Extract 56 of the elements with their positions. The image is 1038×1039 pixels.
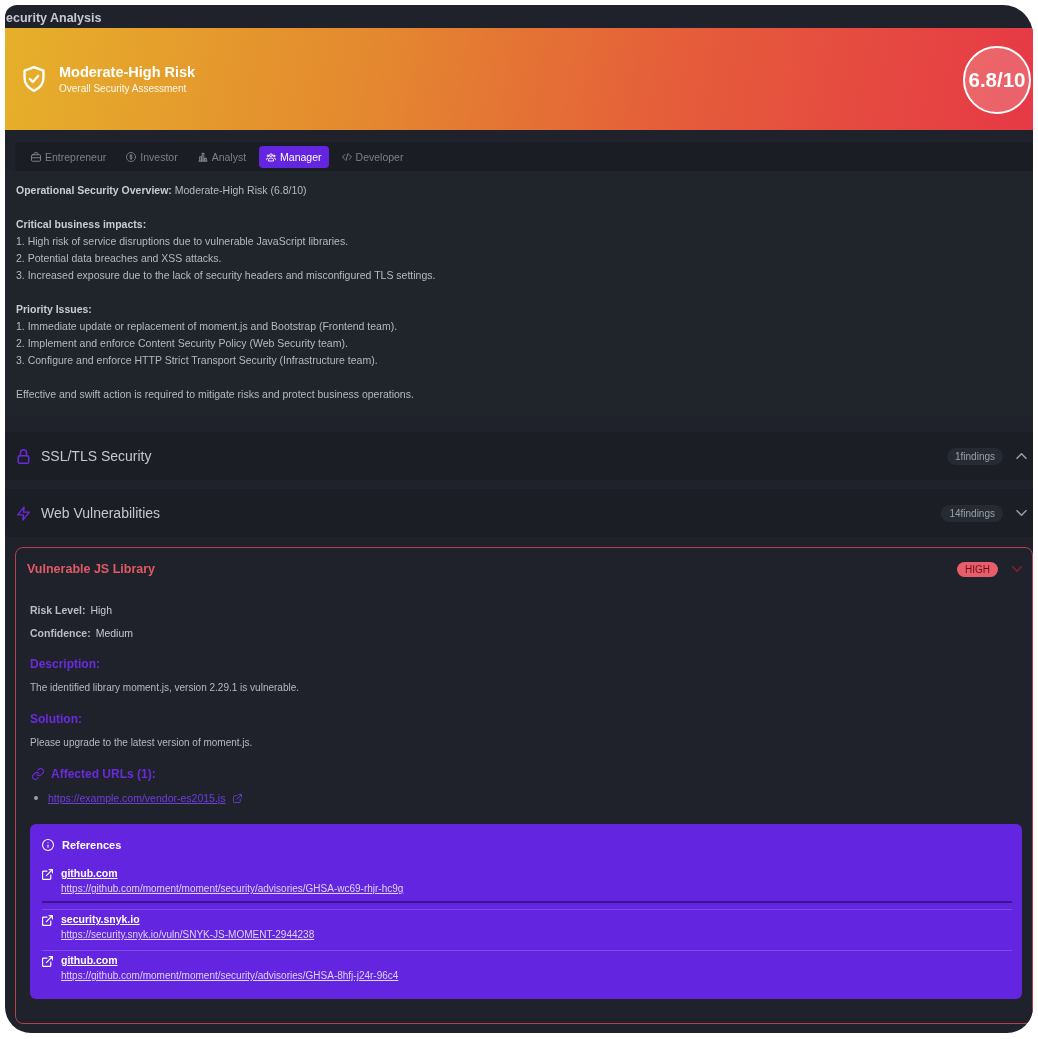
reference-site-link[interactable]: security.snyk.io xyxy=(61,912,140,927)
window-title: ecurity Analysis xyxy=(5,10,103,27)
overview-line: 1. High risk of service disruptions due to vulnerable JavaScript libraries. xyxy=(16,234,350,249)
reference-site-link[interactable]: github.com xyxy=(61,866,118,881)
detail-value: Medium xyxy=(95,627,134,639)
section-heading: Priority Issues: xyxy=(16,302,93,317)
chevron-down-icon[interactable] xyxy=(1016,510,1027,516)
role-tab[interactable]: Manager xyxy=(259,145,329,168)
risk-score: 6.8/10 xyxy=(963,46,1031,114)
role-tab[interactable]: Investor xyxy=(119,145,185,168)
findings-count: 14findings xyxy=(941,504,1003,522)
reference-site-link[interactable]: github.com xyxy=(61,953,118,968)
role-tab[interactable]: Entrepreneur xyxy=(24,145,114,168)
detail-label: Confidence: xyxy=(30,627,91,639)
briefcase-icon xyxy=(31,151,41,162)
chevron-up-icon[interactable] xyxy=(1016,453,1027,459)
overview-heading: Operational Security Overview: Moderate-High Risk (6.8/10) xyxy=(16,183,308,198)
bullet-icon xyxy=(34,796,38,800)
code-icon xyxy=(341,151,352,162)
description-heading: Description: xyxy=(30,656,101,673)
lightning-icon xyxy=(17,505,30,521)
risk-title: Moderate-High Risk xyxy=(59,62,197,81)
solution-heading: Solution: xyxy=(30,711,83,728)
category-title: SSL/TLS Security xyxy=(41,448,153,464)
category-title: Web Vulnerabilities xyxy=(41,505,162,521)
role-tab[interactable]: Analyst xyxy=(190,145,254,168)
dollar-coin-icon xyxy=(126,151,137,162)
solution-text: Please upgrade to the latest version of moment.js. xyxy=(30,736,254,750)
finding-title: Vulnerable JS Library xyxy=(27,562,157,576)
overview-line: 1. Immediate update or replacement of moment.js and Bootstrap (Frontend team). xyxy=(16,319,399,334)
bar-chart-icon xyxy=(197,151,208,162)
category-header[interactable]: SSL/TLS Security 1findings xyxy=(5,432,1033,480)
reference-url-link[interactable]: https://security.snyk.io/vuln/SNYK-JS-MOMENT-2944238 xyxy=(61,927,315,942)
lock-icon xyxy=(17,448,30,464)
reference-url-link[interactable]: https://github.com/moment/moment/security/advisories/GHSA-wc69-rhjr-hc9g xyxy=(61,881,404,896)
reference-url-link[interactable]: https://github.com/moment/moment/security/advisories/GHSA-8hfj-j24r-96c4 xyxy=(61,968,399,983)
link-icon xyxy=(32,768,44,780)
detail-label: Risk Level: xyxy=(30,604,86,616)
overview-line: 3. Configure and enforce HTTP Strict Transport Security (Infrastructure team). xyxy=(16,353,379,368)
section-heading: Critical business impacts: xyxy=(16,217,148,232)
people-icon xyxy=(266,151,277,162)
overview-summary: Effective and swift action is required to mitigate risks and protect business operations. xyxy=(16,387,415,402)
category-header[interactable]: Web Vulnerabilities 14findings xyxy=(5,489,1033,537)
overview-line: 2. Potential data breaches and XSS attacks. xyxy=(16,251,223,266)
overview-line: 2. Implement and enforce Content Security Policy (Web Security team). xyxy=(16,336,349,351)
info-icon xyxy=(42,839,54,851)
overview-line: 3. Increased exposure due to the lack of security headers and misconfigured TLS settings. xyxy=(16,268,437,283)
references-heading: References xyxy=(62,838,122,852)
role-tab[interactable]: Developer xyxy=(334,145,411,168)
affected-urls-heading: Affected URLs (1): xyxy=(51,766,156,783)
severity-badge: HIGH xyxy=(957,561,998,577)
detail-value: High xyxy=(90,604,113,616)
risk-subtitle: Overall Security Assessment xyxy=(59,81,188,96)
findings-count: 1findings xyxy=(946,447,1003,465)
shield-check-icon xyxy=(23,66,45,92)
description-text: The identified library moment.js, version 2.29.1 is vulnerable. xyxy=(30,681,301,695)
